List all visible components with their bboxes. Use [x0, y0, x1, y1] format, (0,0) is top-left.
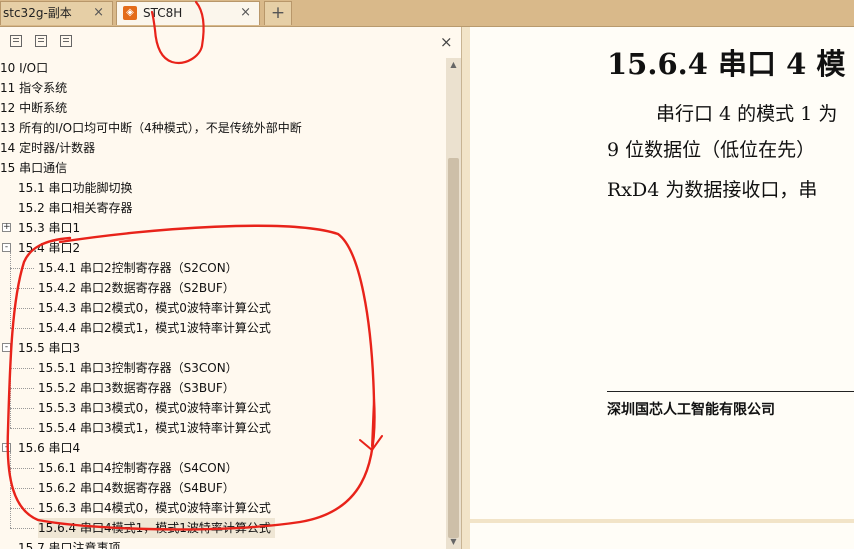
scroll-down-icon[interactable]: ▼ — [446, 535, 461, 549]
outline-item-label: 15.4.3 串口2模式0，模式0波特率计算公式 — [38, 301, 271, 315]
outline-item[interactable]: 15.5.1 串口3控制寄存器（S3CON） — [38, 358, 238, 378]
outline-item-label: 15.4.1 串口2控制寄存器（S2CON） — [38, 261, 238, 275]
outline-item-label: 15.4 串口2 — [18, 241, 81, 255]
body-line: 串行口 4 的模式 1 为 — [656, 103, 838, 125]
tab-label: STC8H — [143, 6, 183, 20]
outline-item-label: 15.5.2 串口3数据寄存器（S3BUF） — [38, 381, 235, 395]
outline-item[interactable]: 15.6.1 串口4控制寄存器（S4CON） — [38, 458, 238, 478]
outline-item[interactable]: 15.5.3 串口3模式0，模式0波特率计算公式 — [38, 398, 271, 418]
next-page — [470, 523, 854, 549]
outline-item[interactable]: 11 指令系统 — [0, 78, 67, 98]
outline-item[interactable]: 13 所有的I/O口均可中断（4种模式），不是传统外部中断 — [0, 118, 302, 138]
body-line: 9 位数据位（低位在先） — [607, 139, 816, 161]
new-tab-button[interactable]: + — [264, 1, 292, 25]
outline-item[interactable]: 14 定时器/计数器 — [0, 138, 95, 158]
tab-label: stc32g-副本 — [3, 6, 72, 20]
outline-item[interactable]: 15 串口通信 — [0, 158, 67, 178]
tree-guide — [10, 408, 34, 409]
collapse-icon[interactable]: - — [2, 343, 11, 352]
close-icon[interactable]: × — [440, 33, 453, 51]
outline-item[interactable]: 12 中断系统 — [0, 98, 67, 118]
outline-item-label: 12 中断系统 — [0, 101, 68, 115]
outline-toolbar: × — [0, 27, 461, 57]
outline-item[interactable]: 15.4 串口2 — [18, 238, 80, 258]
bookmark-icon[interactable] — [60, 35, 72, 47]
close-icon[interactable]: × — [93, 2, 104, 24]
tree-guide — [10, 252, 11, 328]
tree-guide — [10, 288, 34, 289]
tab-bar: stc32g-副本 × ◈ STC8H × + — [0, 0, 854, 27]
outline-item[interactable]: 15.5 串口3 — [18, 338, 80, 358]
tree-guide — [10, 328, 34, 329]
document-icon: ◈ — [123, 6, 137, 20]
outline-item-label: 15.6 串口4 — [18, 441, 81, 455]
outline-item[interactable]: 15.4.2 串口2数据寄存器（S2BUF） — [38, 278, 235, 298]
outline-item[interactable]: 15.6.2 串口4数据寄存器（S4BUF） — [38, 478, 235, 498]
tree-guide — [10, 488, 34, 489]
outline-item-label: 15.6.3 串口4模式0，模式0波特率计算公式 — [38, 501, 271, 515]
outline-item[interactable]: 15.6 串口4 — [18, 438, 80, 458]
scroll-up-icon[interactable]: ▲ — [446, 58, 461, 72]
document-page: 15.6.4 串口 4 模 串行口 4 的模式 1 为 9 位数据位（低位在先）… — [470, 27, 854, 519]
outline-item[interactable]: 15.5.2 串口3数据寄存器（S3BUF） — [38, 378, 235, 398]
outline-item-label: 15.5.3 串口3模式0，模式0波特率计算公式 — [38, 401, 271, 415]
document-view[interactable]: 15.6.4 串口 4 模 串行口 4 的模式 1 为 9 位数据位（低位在先）… — [462, 27, 854, 549]
outline-item-label: 15.6.1 串口4控制寄存器（S4CON） — [38, 461, 238, 475]
collapse-icon[interactable]: - — [2, 243, 11, 252]
outline-item[interactable]: 15.4.1 串口2控制寄存器（S2CON） — [38, 258, 238, 278]
tree-guide — [10, 428, 34, 429]
outline-item[interactable]: 15.1 串口功能脚切换 — [18, 178, 133, 198]
outline-item-label: 15.4.4 串口2模式1，模式1波特率计算公式 — [38, 321, 271, 335]
tree-guide — [10, 308, 34, 309]
outline-tree: 10 I/O口 11 指令系统 12 中断系统 13 所有的I/O口均可中断（4种模式… — [0, 58, 446, 549]
tree-guide — [10, 388, 34, 389]
body-line: RxD4 为数据接收口，串 — [607, 179, 818, 201]
footer-company: 深圳国芯人工智能有限公司 — [607, 402, 775, 418]
expand-all-icon[interactable] — [10, 35, 22, 47]
section-heading: 15.6.4 串口 4 模 — [607, 47, 846, 81]
tree-guide — [10, 352, 11, 428]
tree-guide — [10, 268, 34, 269]
tree-guide — [10, 528, 34, 529]
bookmark-add-icon[interactable] — [35, 35, 47, 47]
outline-item-label: 15 串口通信 — [0, 161, 68, 175]
outline-item-label: 15.4.2 串口2数据寄存器（S2BUF） — [38, 281, 235, 295]
outline-item-label: 14 定时器/计数器 — [0, 141, 96, 155]
outline-item-label: 15.5.1 串口3控制寄存器（S3CON） — [38, 361, 238, 375]
tab-stc32g-copy[interactable]: stc32g-副本 × — [0, 1, 113, 25]
outline-item-label: 13 所有的I/O口均可中断（4种模式），不是传统外部中断 — [0, 121, 302, 135]
close-icon[interactable]: × — [240, 2, 251, 24]
outline-item-label: 15.2 串口相关寄存器 — [18, 201, 133, 215]
tree-guide — [10, 468, 34, 469]
outline-item[interactable]: 15.6.4 串口4模式1，模式1波特率计算公式 — [38, 518, 275, 538]
outline-item[interactable]: 15.2 串口相关寄存器 — [18, 198, 133, 218]
outline-scrollbar[interactable]: ▲ ▼ — [446, 58, 461, 549]
outline-item[interactable]: 15.5.4 串口3模式1，模式1波特率计算公式 — [38, 418, 271, 438]
tree-guide — [10, 368, 34, 369]
outline-item[interactable]: 15.7 串口注意事项 — [18, 538, 121, 549]
outline-item[interactable]: 15.4.3 串口2模式0，模式0波特率计算公式 — [38, 298, 271, 318]
collapse-icon[interactable]: - — [2, 443, 11, 452]
outline-item-label: 15.5.4 串口3模式1，模式1波特率计算公式 — [38, 421, 271, 435]
outline-item-label: 15.7 串口注意事项 — [18, 541, 121, 549]
outline-item-label: 15.3 串口1 — [18, 221, 81, 235]
outline-item-label: 11 指令系统 — [0, 81, 68, 95]
outline-item-label: 10 I/O口 — [0, 61, 49, 75]
footer-rule — [607, 391, 854, 392]
tree-guide — [10, 508, 34, 509]
outline-item-label: 15.6.2 串口4数据寄存器（S4BUF） — [38, 481, 235, 495]
tab-stc8h[interactable]: ◈ STC8H × — [116, 1, 260, 25]
outline-item[interactable]: 15.6.3 串口4模式0，模式0波特率计算公式 — [38, 498, 271, 518]
tree-guide — [10, 452, 11, 528]
outline-item-label: 15.1 串口功能脚切换 — [18, 181, 133, 195]
outline-item[interactable]: 15.3 串口1 — [18, 218, 80, 238]
outline-item-label: 15.5 串口3 — [18, 341, 81, 355]
expand-icon[interactable]: + — [2, 223, 11, 232]
outline-panel: × 10 I/O口 11 指令系统 12 中断系统 13 所有的I/O口均可中断（4种… — [0, 27, 462, 549]
outline-item[interactable]: 10 I/O口 — [0, 58, 48, 78]
scroll-thumb[interactable] — [448, 158, 459, 538]
outline-item[interactable]: 15.4.4 串口2模式1，模式1波特率计算公式 — [38, 318, 271, 338]
outline-item-label: 15.6.4 串口4模式1，模式1波特率计算公式 — [38, 521, 271, 535]
